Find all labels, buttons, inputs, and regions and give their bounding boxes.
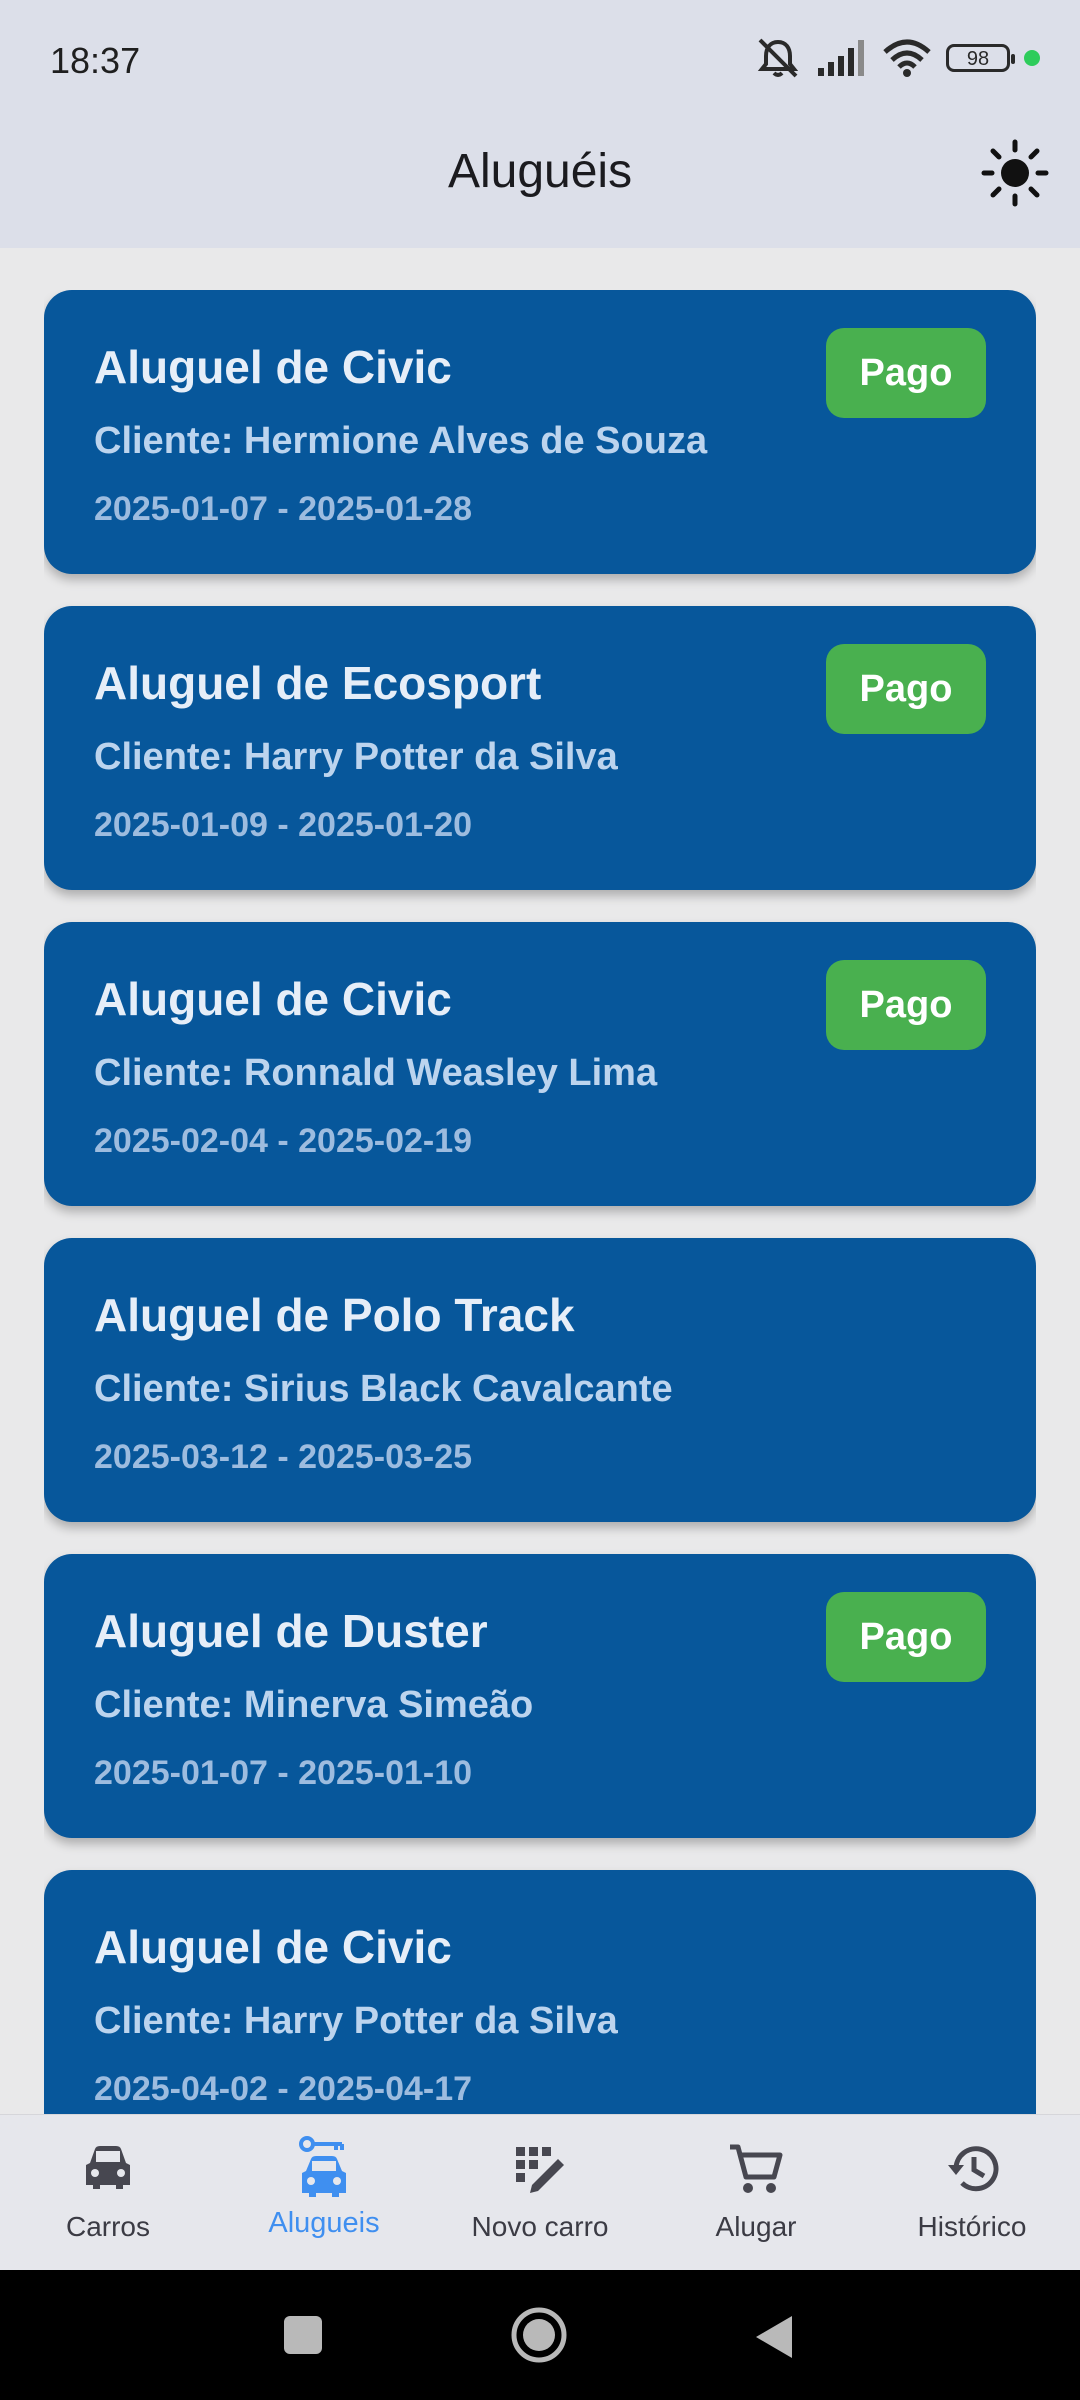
rental-client: Cliente: Minerva Simeão — [94, 1684, 534, 1726]
nav-label: Alugar — [715, 2211, 797, 2242]
rental-card[interactable]: Aluguel de Civic Cliente: Ronnald Weasle… — [44, 922, 1036, 1206]
rental-client: Cliente: Harry Potter da Silva — [94, 2000, 618, 2042]
page-title: Aluguéis — [447, 145, 633, 198]
rental-dates: 2025-04-02 - 2025-04-17 — [94, 2070, 473, 2108]
paid-badge: Pago — [826, 328, 986, 418]
app-bar: Aluguéis — [0, 124, 1080, 248]
back-icon[interactable] — [752, 2314, 794, 2360]
rental-dates: 2025-02-04 - 2025-02-19 — [94, 1122, 473, 1160]
rental-dates: 2025-01-07 - 2025-01-28 — [94, 490, 473, 528]
system-navigation-bar — [0, 2270, 1080, 2400]
rental-title: Aluguel de Civic — [94, 1921, 452, 1973]
sun-icon[interactable] — [980, 138, 1050, 208]
rental-title: Aluguel de Ecosport — [94, 657, 542, 709]
rental-card[interactable]: Aluguel de Civic Cliente: Hermione Alves… — [44, 290, 1036, 574]
rental-card[interactable]: Aluguel de Ecosport Cliente: Harry Potte… — [44, 606, 1036, 890]
paid-badge: Pago — [826, 960, 986, 1050]
car-key-icon — [299, 2136, 346, 2197]
rental-dates: 2025-01-09 - 2025-01-20 — [94, 806, 473, 844]
signal-icon — [818, 40, 864, 76]
paid-badge: Pago — [826, 644, 986, 734]
nav-item-alugar[interactable]: Alugar — [648, 2115, 864, 2271]
rental-client: Cliente: Hermione Alves de Souza — [94, 420, 708, 462]
paid-badge: Pago — [826, 1592, 986, 1682]
rental-card[interactable]: Aluguel de Civic Cliente: Harry Potter d… — [44, 1870, 1036, 2114]
nav-item-novo-carro[interactable]: Novo carro — [432, 2115, 648, 2271]
history-icon — [948, 2146, 999, 2192]
rental-client: Cliente: Sirius Black Cavalcante — [94, 1368, 673, 1410]
mute-icon — [757, 38, 799, 78]
status-bar: 18:37 98 — [0, 0, 1080, 124]
status-icons: 98 — [754, 36, 1040, 80]
privacy-dot — [1024, 50, 1040, 66]
battery-indicator: 98 — [946, 44, 1015, 72]
rental-client: Cliente: Ronnald Weasley Lima — [94, 1052, 658, 1094]
rental-client: Cliente: Harry Potter da Silva — [94, 736, 618, 778]
recents-icon[interactable] — [282, 2314, 324, 2356]
nav-label: Histórico — [917, 2211, 1027, 2242]
rental-card[interactable]: Aluguel de Duster Cliente: Minerva Simeã… — [44, 1554, 1036, 1838]
nav-label: Carros — [65, 2211, 150, 2242]
rentals-list[interactable]: Aluguel de Civic Cliente: Hermione Alves… — [44, 290, 1036, 2114]
add-car-icon — [516, 2147, 564, 2193]
home-icon[interactable] — [510, 2306, 568, 2364]
battery-level: 98 — [966, 48, 990, 70]
rental-dates: 2025-01-07 - 2025-01-10 — [94, 1754, 473, 1792]
nav-item-carros[interactable]: Carros — [0, 2115, 216, 2271]
bottom-navigation: Carros Alugueis Novo carro Alugar Histór… — [0, 2114, 1080, 2271]
wifi-icon — [883, 39, 931, 77]
rental-title: Aluguel de Duster — [94, 1605, 488, 1657]
status-time: 18:37 — [50, 40, 141, 81]
nav-item-historico[interactable]: Histórico — [864, 2115, 1080, 2271]
nav-label: Novo carro — [471, 2211, 609, 2242]
car-icon — [86, 2146, 130, 2189]
cart-icon — [730, 2144, 783, 2193]
rental-dates: 2025-03-12 - 2025-03-25 — [94, 1438, 473, 1476]
rental-title: Aluguel de Civic — [94, 973, 452, 1025]
nav-item-alugueis[interactable]: Alugueis — [216, 2115, 432, 2271]
rental-title: Aluguel de Civic — [94, 341, 452, 393]
rental-card[interactable]: Aluguel de Polo Track Cliente: Sirius Bl… — [44, 1238, 1036, 1522]
nav-label: Alugueis — [268, 2207, 380, 2239]
rental-title: Aluguel de Polo Track — [94, 1289, 575, 1341]
